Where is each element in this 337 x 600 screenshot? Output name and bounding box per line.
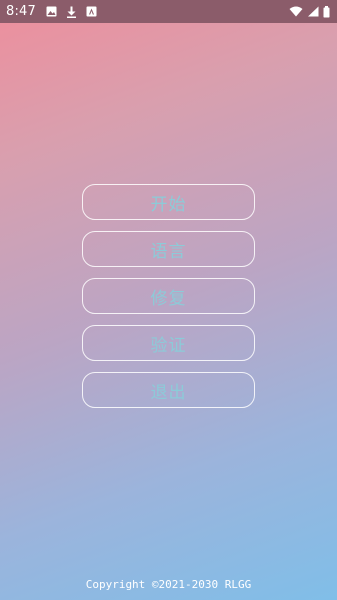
exit-button[interactable]: 退出 (82, 372, 255, 408)
image-icon (46, 6, 57, 17)
system-icons (289, 5, 330, 18)
app-a-icon (86, 6, 97, 17)
verify-button[interactable]: 验证 (82, 325, 255, 361)
wifi-icon (289, 6, 303, 17)
start-button-label: 开始 (150, 194, 187, 215)
signal-icon (307, 6, 319, 17)
download-icon (66, 6, 77, 18)
exit-button-label: 退出 (150, 382, 187, 403)
notification-icons (46, 6, 97, 18)
main-menu: 开始 语言 修复 验证 退出 (82, 184, 255, 419)
repair-button[interactable]: 修复 (82, 278, 255, 314)
language-button-label: 语言 (150, 241, 187, 262)
repair-button-label: 修复 (150, 288, 187, 309)
copyright-text: Copyright ©2021-2030 RLGG (85, 578, 252, 591)
verify-button-label: 验证 (150, 335, 187, 356)
start-button[interactable]: 开始 (82, 184, 255, 220)
status-bar: 8:47 (0, 0, 337, 23)
language-button[interactable]: 语言 (82, 231, 255, 267)
battery-icon (323, 5, 330, 18)
status-time: 8:47 (6, 4, 36, 19)
app-screen: 8:47 开始 语言 修复 验证 退出 Copyright ©2021-2030… (0, 0, 337, 600)
